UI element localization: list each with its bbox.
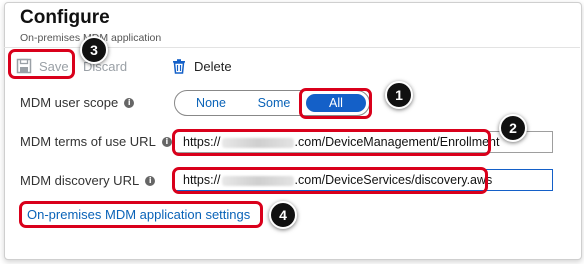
redacted-blur xyxy=(221,137,294,148)
discovery-label-row: MDM discovery URL i xyxy=(20,173,156,188)
terms-url-suffix: .com/DeviceManagement/Enrollment xyxy=(294,135,500,149)
info-icon[interactable]: i xyxy=(124,97,135,108)
discovery-url-prefix: https:// xyxy=(183,173,221,187)
discovery-url-suffix: .com/DeviceServices/discovery.aws xyxy=(294,173,493,187)
save-icon xyxy=(16,58,32,74)
terms-url-field[interactable]: https:// .com/DeviceManagement/Enrollment xyxy=(174,131,553,153)
callout-badge-2: 2 xyxy=(499,114,527,142)
callout-badge-1: 1 xyxy=(385,81,413,109)
redacted-blur xyxy=(221,175,294,186)
info-icon[interactable]: i xyxy=(161,136,172,147)
page-title: Configure xyxy=(20,7,110,28)
scope-option-some[interactable]: Some xyxy=(257,94,291,112)
scope-option-all[interactable]: All xyxy=(306,94,366,112)
scope-option-none[interactable]: None xyxy=(193,94,229,112)
save-button[interactable]: Save xyxy=(16,55,69,77)
terms-label-row: MDM terms of use URL i xyxy=(20,134,172,149)
callout-badge-4: 4 xyxy=(269,201,297,229)
discovery-url-label: MDM discovery URL xyxy=(20,173,140,188)
scope-label: MDM user scope xyxy=(20,95,119,110)
trash-icon xyxy=(171,58,187,74)
mdm-settings-link[interactable]: On-premises MDM application settings xyxy=(27,207,250,222)
terms-url-prefix: https:// xyxy=(183,135,221,149)
info-icon[interactable]: i xyxy=(145,175,156,186)
terms-url-label: MDM terms of use URL xyxy=(20,134,156,149)
scope-label-row: MDM user scope i xyxy=(20,95,135,110)
scope-toggle: None Some All xyxy=(174,90,370,116)
discovery-url-field[interactable]: https:// .com/DeviceServices/discovery.aw… xyxy=(174,169,553,191)
delete-label: Delete xyxy=(194,58,232,74)
callout-badge-3: 3 xyxy=(80,36,108,64)
delete-button[interactable]: Delete xyxy=(171,55,232,77)
save-label: Save xyxy=(39,58,69,74)
